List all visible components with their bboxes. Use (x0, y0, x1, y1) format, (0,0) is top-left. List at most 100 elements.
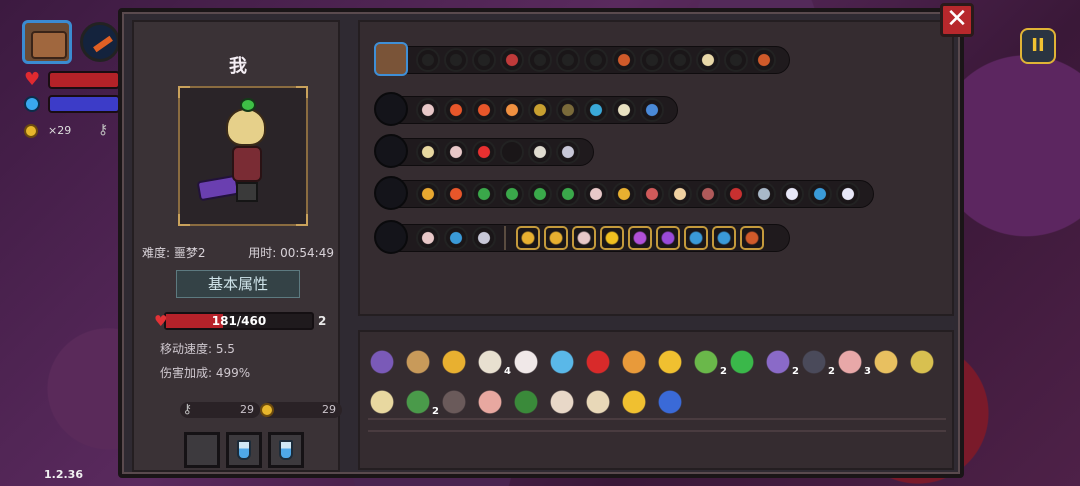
upgrade-chip[interactable] (556, 182, 580, 206)
upgrade-chip[interactable] (780, 182, 804, 206)
upgrade-chip[interactable] (500, 182, 524, 206)
rune-chip[interactable] (656, 226, 680, 250)
upgrade-chip[interactable] (444, 98, 468, 122)
dark-face-item[interactable] (800, 348, 828, 376)
hud-weapon-icon[interactable] (80, 22, 120, 62)
scroll-item[interactable] (620, 348, 648, 376)
upgrade-chip[interactable] (444, 226, 468, 250)
upgrade-chip[interactable] (444, 140, 468, 164)
crystal-item[interactable] (620, 388, 648, 416)
upgrade-chip[interactable] (724, 182, 748, 206)
upgrade-chip[interactable] (500, 140, 524, 164)
upgrade-chip[interactable] (416, 98, 440, 122)
weapon-slot-chest[interactable] (374, 42, 408, 76)
item-count: 2 (828, 366, 835, 377)
cup-item[interactable] (656, 348, 684, 376)
weapon-slot-tome[interactable] (374, 220, 408, 254)
weapon-slot-staff-red[interactable] (374, 92, 408, 126)
upgrade-chip[interactable] (472, 140, 496, 164)
upgrade-chip[interactable] (528, 98, 552, 122)
boot-item[interactable] (512, 388, 540, 416)
upgrade-chip[interactable] (612, 182, 636, 206)
chain-item[interactable] (548, 348, 576, 376)
upgrade-chip[interactable] (752, 182, 776, 206)
upgrade-chip[interactable] (472, 98, 496, 122)
hp-heart-icon: ♥ (154, 312, 168, 330)
magnifier-item[interactable] (584, 388, 612, 416)
upgrade-chip[interactable] (472, 48, 496, 72)
upgrade-chip[interactable] (444, 48, 468, 72)
armor-value: 2 (318, 314, 327, 328)
upgrade-chip[interactable] (416, 140, 440, 164)
upgrade-chip[interactable] (528, 182, 552, 206)
upgrade-chip[interactable] (584, 48, 608, 72)
character-portrait (178, 86, 308, 226)
gauntlet-item[interactable] (440, 348, 468, 376)
green-shoe-item[interactable] (404, 388, 432, 416)
gem-item[interactable] (908, 348, 936, 376)
weapon-slot-staff-gray[interactable] (374, 176, 408, 210)
upgrade-chip[interactable] (556, 48, 580, 72)
basic-stats-title[interactable]: 基本属性 (176, 270, 300, 298)
upgrade-chip[interactable] (528, 48, 552, 72)
rune-chip[interactable] (516, 226, 540, 250)
upgrade-chip[interactable] (696, 182, 720, 206)
rune-chip[interactable] (628, 226, 652, 250)
seed-item[interactable] (404, 348, 432, 376)
upgrade-chip[interactable] (640, 48, 664, 72)
face-item[interactable] (368, 348, 396, 376)
rune-chip[interactable] (572, 226, 596, 250)
hourglass-item[interactable] (872, 348, 900, 376)
key-item[interactable] (548, 388, 576, 416)
upgrade-chip[interactable] (528, 140, 552, 164)
beetle-item[interactable] (764, 348, 792, 376)
upgrade-chip[interactable] (584, 98, 608, 122)
upgrade-chip[interactable] (416, 226, 440, 250)
rune-chip[interactable] (740, 226, 764, 250)
pause-button[interactable]: II (1020, 28, 1056, 64)
rune-chip[interactable] (684, 226, 708, 250)
upgrade-chip[interactable] (444, 182, 468, 206)
upgrade-chip[interactable] (696, 48, 720, 72)
upgrade-chip[interactable] (416, 182, 440, 206)
jaw-item[interactable] (476, 348, 504, 376)
upgrade-chip[interactable] (612, 48, 636, 72)
upgrade-chip[interactable] (584, 182, 608, 206)
potion-icon (237, 440, 251, 460)
upgrade-chip[interactable] (556, 98, 580, 122)
hud-chest-icon[interactable] (22, 20, 72, 64)
upgrade-chip[interactable] (500, 98, 524, 122)
upgrade-chip[interactable] (612, 98, 636, 122)
weapon-slot-staff-blue[interactable] (374, 134, 408, 168)
rune-chip[interactable] (544, 226, 568, 250)
upgrade-chip[interactable] (640, 98, 664, 122)
pouch-item[interactable] (836, 348, 864, 376)
upgrade-chip[interactable] (724, 48, 748, 72)
upgrade-chip[interactable] (640, 182, 664, 206)
rune-chip[interactable] (600, 226, 624, 250)
upgrade-chip[interactable] (472, 226, 496, 250)
red-orb-item[interactable] (584, 348, 612, 376)
upgrade-chip[interactable] (808, 182, 832, 206)
upgrade-chip[interactable] (500, 48, 524, 72)
spider-item[interactable] (440, 388, 468, 416)
bottle-item[interactable] (656, 388, 684, 416)
empty-slot[interactable] (184, 432, 220, 468)
potion-slot[interactable] (226, 432, 262, 468)
upgrade-chip[interactable] (752, 48, 776, 72)
leaf-item[interactable] (692, 348, 720, 376)
upgrade-chip[interactable] (416, 48, 440, 72)
feather-item[interactable] (512, 348, 540, 376)
upgrade-chip[interactable] (556, 140, 580, 164)
dumpling-item[interactable] (368, 388, 396, 416)
upgrade-chip[interactable] (668, 48, 692, 72)
upgrade-chip[interactable] (668, 182, 692, 206)
item-count: 3 (864, 366, 871, 377)
close-button[interactable]: ✕ (940, 3, 974, 37)
clover-item[interactable] (728, 348, 756, 376)
upgrade-chip[interactable] (836, 182, 860, 206)
upgrade-chip[interactable] (472, 182, 496, 206)
drumstick-item[interactable] (476, 388, 504, 416)
rune-chip[interactable] (712, 226, 736, 250)
potion-slot[interactable] (268, 432, 304, 468)
